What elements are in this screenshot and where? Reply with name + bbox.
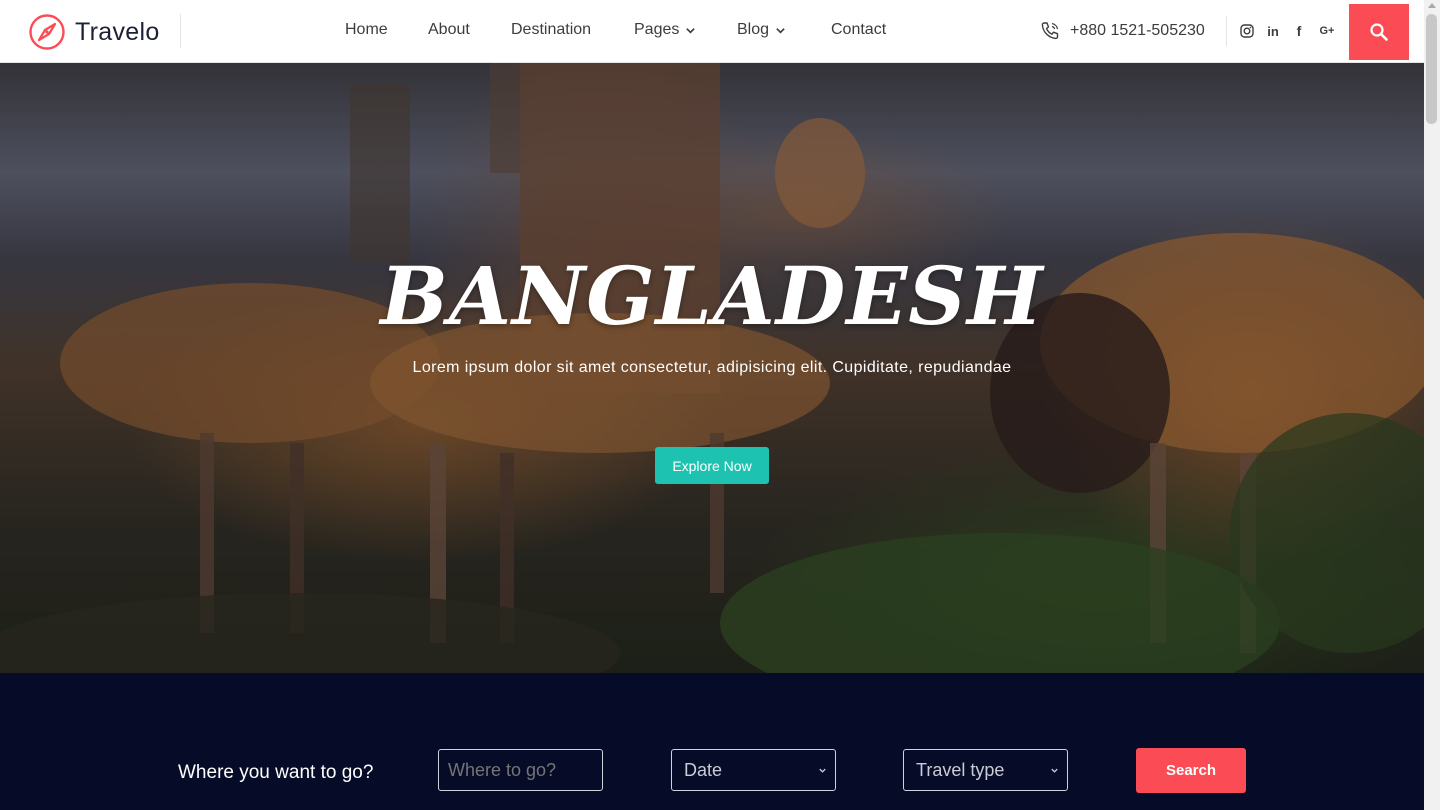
nav-label: Home (345, 21, 388, 38)
facebook-icon[interactable]: f (1291, 23, 1307, 39)
search-label: Where you want to go? (178, 762, 374, 783)
phone-contact[interactable]: +880 1521-505230 (1040, 21, 1205, 41)
divider (1226, 16, 1227, 46)
nav-label: About (428, 21, 470, 38)
chevron-down-icon (686, 27, 696, 34)
divider (180, 14, 181, 48)
nav-about[interactable]: About (428, 21, 470, 39)
scroll-up-arrow-icon[interactable] (1428, 3, 1436, 8)
nav-label: Pages (634, 21, 680, 38)
compass-logo-icon (29, 14, 65, 50)
nav-contact[interactable]: Contact (831, 21, 886, 39)
trip-search-bar: Where you want to go? Date Travel type S… (0, 673, 1424, 810)
chevron-down-icon (1051, 768, 1058, 773)
phone-icon (1041, 22, 1059, 40)
chevron-down-icon (819, 768, 826, 773)
nav-blog[interactable]: Blog (737, 21, 786, 39)
hero-title: BANGLADESH (380, 249, 1044, 343)
travel-type-select[interactable]: Travel type (903, 749, 1068, 791)
date-select[interactable]: Date (671, 749, 836, 791)
explore-now-button[interactable]: Explore Now (655, 447, 769, 484)
nav-label: Blog (737, 21, 770, 38)
hero-banner: BANGLADESH Lorem ipsum dolor sit amet co… (0, 63, 1424, 673)
nav-pages[interactable]: Pages (634, 21, 696, 39)
search-icon (1370, 23, 1388, 41)
google-plus-icon[interactable]: G+ (1317, 23, 1337, 39)
nav-home[interactable]: Home (345, 21, 388, 39)
site-header: Travelo Home About Destination Pages Blo… (0, 0, 1424, 63)
logo[interactable]: Travelo (28, 12, 160, 52)
instagram-icon[interactable] (1239, 23, 1255, 39)
nav-destination[interactable]: Destination (511, 21, 591, 39)
nav-label: Contact (831, 21, 887, 38)
brand-name: Travelo (75, 17, 160, 46)
date-select-value: Date (684, 759, 723, 780)
hero-subtitle: Lorem ipsum dolor sit amet consectetur, … (412, 359, 1012, 376)
destination-input[interactable] (438, 749, 603, 791)
scrollbar-thumb[interactable] (1426, 14, 1437, 124)
phone-number: +880 1521-505230 (1070, 22, 1205, 39)
nav-label: Destination (511, 21, 592, 38)
header-search-button[interactable] (1349, 4, 1409, 60)
chevron-down-icon (776, 27, 785, 34)
search-button[interactable]: Search (1136, 748, 1246, 793)
linkedin-icon[interactable]: in (1265, 23, 1281, 39)
travel-type-select-value: Travel type (916, 759, 1005, 780)
